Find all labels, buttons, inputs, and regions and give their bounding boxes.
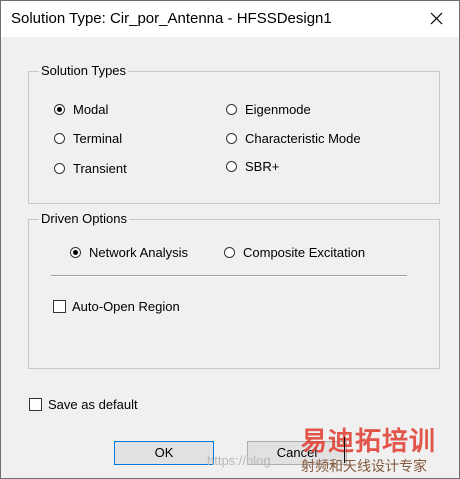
close-button[interactable] [415, 1, 459, 37]
radio-circle[interactable] [226, 161, 237, 172]
separator [51, 275, 407, 277]
radio-label: Composite Excitation [243, 245, 366, 260]
window-title: Solution Type: Cir_por_Antenna - HFSSDes… [11, 10, 332, 27]
watermark-logo-title: 易迪拓培训 [301, 426, 437, 456]
text-cursor-icon [344, 437, 345, 463]
checkbox-box[interactable] [53, 300, 66, 313]
checkbox-label: Auto-Open Region [72, 299, 180, 314]
driven-options-legend: Driven Options [39, 211, 129, 226]
radio-label: Terminal [73, 131, 123, 146]
radio-label: Network Analysis [89, 245, 188, 260]
checkbox-box[interactable] [29, 398, 42, 411]
radio-label: Modal [73, 102, 109, 117]
driven-options-group: Driven Options [28, 211, 440, 369]
solution-type-dialog: Solution Type: Cir_por_Antenna - HFSSDes… [0, 0, 460, 479]
watermark-url: https://blog [207, 453, 271, 468]
radio-circle[interactable] [54, 104, 65, 115]
radio-label: SBR+ [245, 159, 280, 174]
radio-label: Characteristic Mode [245, 131, 361, 146]
radio-label: Eigenmode [245, 102, 311, 117]
radio-circle[interactable] [70, 247, 81, 258]
radio-circle[interactable] [224, 247, 235, 258]
ok-button[interactable]: OK [114, 441, 214, 465]
radio-label: Transient [73, 161, 127, 176]
radio-circle[interactable] [226, 133, 237, 144]
title-bar[interactable]: Solution Type: Cir_por_Antenna - HFSSDes… [1, 1, 459, 37]
checkbox-label: Save as default [48, 397, 138, 412]
radio-circle[interactable] [54, 163, 65, 174]
close-icon [430, 12, 443, 25]
solution-types-legend: Solution Types [39, 63, 129, 78]
radio-circle[interactable] [226, 104, 237, 115]
watermark-logo-subtitle: 射频和天线设计专家 [301, 458, 427, 474]
radio-circle[interactable] [54, 133, 65, 144]
